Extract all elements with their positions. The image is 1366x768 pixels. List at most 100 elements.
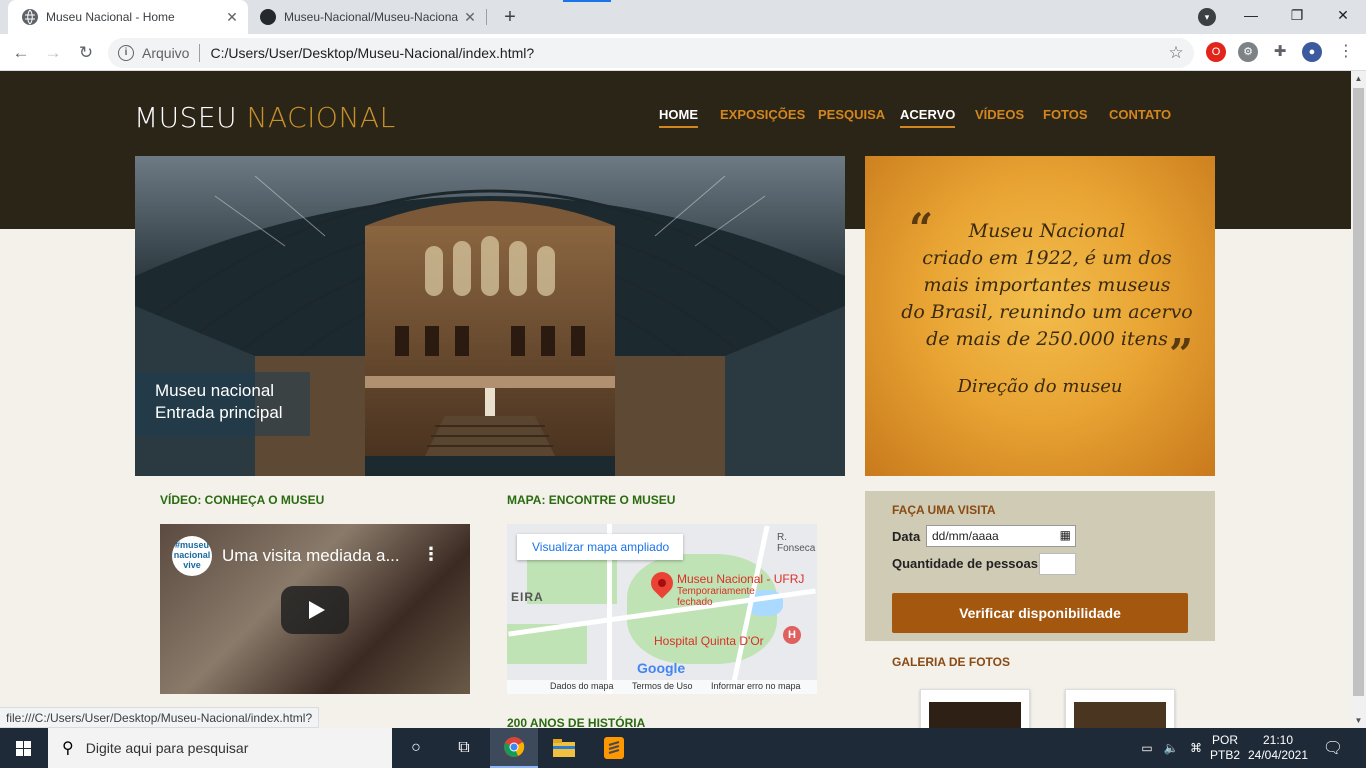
minimize-button[interactable]: — xyxy=(1228,0,1274,30)
place-status-1: Temporariamente xyxy=(677,586,755,597)
forward-arrow-icon[interactable]: → xyxy=(40,40,66,66)
profile-avatar[interactable]: ● xyxy=(1302,42,1322,62)
search-icon: ⚲ xyxy=(62,740,74,757)
tab-title: Museu-Nacional/Museu-Naciona xyxy=(284,10,459,24)
address-bar[interactable]: i Arquivo C:/Users/User/Desktop/Museu-Na… xyxy=(108,38,1194,68)
date-field[interactable]: dd/mm/aaaa ▦ xyxy=(926,525,1076,547)
hospital-label[interactable]: Hospital Quinta D'Or xyxy=(654,634,764,648)
extensions-puzzle-icon[interactable]: ✚ xyxy=(1270,42,1290,62)
map-terms-link[interactable]: Termos de Uso xyxy=(632,681,693,691)
scroll-up-icon[interactable]: ▲ xyxy=(1351,71,1366,86)
lang-code: POR xyxy=(1211,733,1238,747)
close-quote-icon: ” xyxy=(1169,330,1194,379)
google-map-embed[interactable]: Visualizar mapa ampliado R. Fonseca EIRA… xyxy=(507,524,817,694)
cortana-icon[interactable]: ○ xyxy=(392,728,440,768)
sublime-text-icon[interactable] xyxy=(590,728,638,768)
quote-line2: criado em 1922, é um dos xyxy=(922,247,1172,269)
quote-line5: de mais de 250.000 itens xyxy=(926,328,1168,350)
video-menu-icon[interactable]: ⋮ xyxy=(422,544,440,565)
quantity-field[interactable] xyxy=(1039,553,1076,575)
volume-icon[interactable]: 🔈 xyxy=(1160,728,1182,768)
tab-github[interactable]: Museu-Nacional/Museu-Naciona ✕ xyxy=(248,0,486,34)
quote-signature: Direção do museu xyxy=(957,376,1123,397)
close-window-button[interactable]: ✕ xyxy=(1320,0,1366,30)
view-larger-map-link[interactable]: Visualizar mapa ampliado xyxy=(517,534,683,560)
notification-network-icon[interactable]: ⌘ xyxy=(1185,728,1207,768)
youtube-video-embed[interactable]: #museu nacional vive Uma visita mediada … xyxy=(160,524,470,694)
tab-strip: Museu Nacional - Home ✕ Museu-Nacional/M… xyxy=(0,0,1366,34)
map-footer: Dados do mapa Termos de Uso Informar err… xyxy=(507,680,817,694)
date-label: Data xyxy=(892,529,921,544)
taskbar-search[interactable]: ⚲ Digite aqui para pesquisar xyxy=(48,728,392,768)
close-tab-icon[interactable]: ✕ xyxy=(222,9,242,26)
logo-part2: NACIONAL xyxy=(246,101,396,134)
video-title[interactable]: Uma visita mediada a... xyxy=(222,546,400,566)
close-tab-icon[interactable]: ✕ xyxy=(460,9,480,26)
page-viewport: MUSEU NACIONAL HOME EXPOSIÇÕES PESQUISA … xyxy=(0,71,1351,728)
map-report-link[interactable]: Informar erro no mapa xyxy=(711,681,801,691)
status-bar-url: file:///C:/Users/User/Desktop/Museu-Naci… xyxy=(0,707,320,728)
logo-part1: MUSEU xyxy=(134,101,247,134)
tab-museu-home[interactable]: Museu Nacional - Home ✕ xyxy=(8,0,248,34)
street-label: R. Fonseca xyxy=(777,532,816,554)
nav-fotos[interactable]: FOTOS xyxy=(1043,107,1088,126)
github-icon xyxy=(260,9,276,25)
gallery-photo[interactable] xyxy=(920,689,1030,728)
start-button[interactable] xyxy=(0,728,48,768)
browser-toolbar: ← → ↻ i Arquivo C:/Users/User/Desktop/Mu… xyxy=(0,34,1366,71)
language-indicator[interactable]: POR PTB2 xyxy=(1207,728,1243,768)
action-center-icon[interactable]: 🗨 xyxy=(1318,728,1348,768)
settings-extension-icon[interactable]: ⚙ xyxy=(1238,42,1258,62)
network-icon[interactable]: ▭ xyxy=(1136,728,1158,768)
nav-contato[interactable]: CONTATO xyxy=(1109,107,1171,126)
map-section-title: MAPA: ENCONTRE O MUSEU xyxy=(507,493,676,507)
caption-line1: Museu nacional xyxy=(155,381,275,400)
page-scrollbar[interactable]: ▲ ▼ xyxy=(1351,71,1366,728)
url-text[interactable]: C:/Users/User/Desktop/Museu-Nacional/ind… xyxy=(210,45,1164,61)
calendar-icon[interactable]: ▦ xyxy=(1060,528,1071,542)
clock-date: 24/04/2021 xyxy=(1247,748,1309,762)
chrome-taskbar-icon[interactable] xyxy=(490,728,538,768)
site-logo[interactable]: MUSEU NACIONAL xyxy=(134,101,396,134)
quote-text: Museu Nacional criado em 1922, é um dos … xyxy=(887,218,1207,353)
check-availability-button[interactable]: Verificar disponibilidade xyxy=(892,593,1188,633)
task-view-icon[interactable]: ⧉ xyxy=(440,728,488,768)
tab-title: Museu Nacional - Home xyxy=(46,10,175,24)
visit-form: FAÇA UMA VISITA Data dd/mm/aaaa ▦ Quanti… xyxy=(865,491,1215,641)
opera-extension-icon[interactable]: O xyxy=(1206,42,1226,62)
date-placeholder: dd/mm/aaaa xyxy=(932,529,999,543)
menu-dots-icon[interactable]: ⋮ xyxy=(1336,42,1356,62)
back-arrow-icon[interactable]: ← xyxy=(8,40,34,66)
file-explorer-icon[interactable] xyxy=(540,728,588,768)
visit-title: FAÇA UMA VISITA xyxy=(892,503,996,517)
restore-button[interactable]: ❐ xyxy=(1274,0,1320,30)
play-icon[interactable] xyxy=(281,586,349,634)
quantity-label: Quantidade de pessoas xyxy=(892,556,1038,571)
nav-exposicoes[interactable]: EXPOSIÇÕES xyxy=(720,107,805,126)
scroll-thumb[interactable] xyxy=(1353,88,1364,696)
channel-avatar[interactable]: #museu nacional vive xyxy=(172,536,212,576)
clock-time: 21:10 xyxy=(1262,733,1294,747)
video-section-title: VÍDEO: CONHEÇA O MUSEU xyxy=(160,493,325,507)
windows-logo-icon xyxy=(16,741,31,756)
google-logo: Google xyxy=(637,660,686,676)
nav-pesquisa[interactable]: PESQUISA xyxy=(818,107,885,126)
hero-image: Museu nacional Entrada principal xyxy=(135,156,845,476)
gallery-photo[interactable] xyxy=(1065,689,1175,728)
nav-acervo[interactable]: ACERVO xyxy=(900,107,956,128)
new-tab-button[interactable]: + xyxy=(498,5,522,29)
place-label[interactable]: Museu Nacional - UFRJ xyxy=(677,572,804,586)
nav-home[interactable]: HOME xyxy=(659,107,698,128)
clock[interactable]: 21:10 24/04/2021 xyxy=(1244,728,1312,768)
caption-line2: Entrada principal xyxy=(155,403,283,422)
tab-search-icon[interactable]: ▾ xyxy=(1198,8,1216,26)
divider xyxy=(199,44,201,62)
loading-indicator xyxy=(563,0,611,2)
reload-icon[interactable]: ↻ xyxy=(73,40,99,66)
info-icon[interactable]: i xyxy=(118,45,134,61)
map-data-link[interactable]: Dados do mapa xyxy=(550,681,614,691)
hospital-icon[interactable]: H xyxy=(783,626,801,644)
nav-videos[interactable]: VÍDEOS xyxy=(975,107,1024,126)
bookmark-star-icon[interactable]: ☆ xyxy=(1164,43,1188,63)
scroll-down-icon[interactable]: ▼ xyxy=(1351,713,1366,728)
